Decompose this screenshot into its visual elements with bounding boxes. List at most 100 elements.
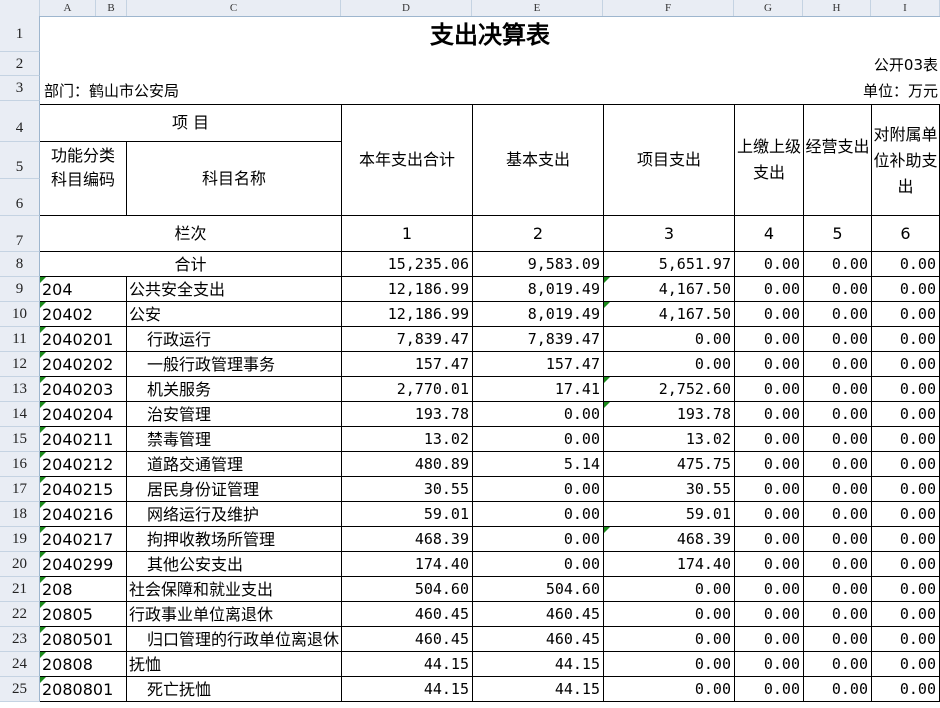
value-cell-2[interactable]: 0.00	[473, 477, 604, 502]
value-cell-2[interactable]: 9,583.09	[473, 252, 604, 277]
name-cell[interactable]: 抚恤	[127, 652, 342, 677]
value-cell-5[interactable]: 0.00	[804, 352, 872, 377]
value-cell-3[interactable]: 0.00	[604, 577, 735, 602]
value-cell-3[interactable]: 4,167.50	[604, 302, 735, 327]
row-header-12[interactable]: 12	[0, 352, 40, 377]
row-header-16[interactable]: 16	[0, 452, 40, 477]
code-cell[interactable]: 208	[40, 577, 127, 602]
value-cell-1[interactable]: 480.89	[342, 452, 473, 477]
value-cell-3[interactable]: 4,167.50	[604, 277, 735, 302]
row-header-2[interactable]: 2	[0, 52, 40, 76]
code-cell[interactable]: 2040204	[40, 402, 127, 427]
row-header-8[interactable]: 8	[0, 252, 40, 277]
value-cell-1[interactable]: 193.78	[342, 402, 473, 427]
row-header-14[interactable]: 14	[0, 402, 40, 427]
code-cell[interactable]: 2040212	[40, 452, 127, 477]
value-cell-2[interactable]: 504.60	[473, 577, 604, 602]
row-header-24[interactable]: 24	[0, 652, 40, 677]
col-number-3[interactable]: 3	[604, 216, 735, 252]
value-cell-4[interactable]: 0.00	[735, 527, 804, 552]
column-header-e[interactable]: E	[472, 0, 603, 16]
column-header-i[interactable]: I	[871, 0, 940, 16]
name-cell[interactable]: 禁毒管理	[127, 427, 342, 452]
value-cell-5[interactable]: 0.00	[804, 627, 872, 652]
row-header-17[interactable]: 17	[0, 477, 40, 502]
code-cell[interactable]: 2040215	[40, 477, 127, 502]
code-cell[interactable]: 2080801	[40, 677, 127, 702]
sheet-title[interactable]: 支出决算表	[40, 18, 940, 52]
value-cell-4[interactable]: 0.00	[735, 427, 804, 452]
value-cell-2[interactable]: 7,839.47	[473, 327, 604, 352]
value-cell-4[interactable]: 0.00	[735, 277, 804, 302]
value-cell-2[interactable]: 5.14	[473, 452, 604, 477]
value-cell-4[interactable]: 0.00	[735, 552, 804, 577]
value-cell-2[interactable]: 0.00	[473, 402, 604, 427]
value-cell-6[interactable]: 0.00	[872, 252, 940, 277]
column-header-b[interactable]: B	[96, 0, 127, 16]
value-cell-5[interactable]: 0.00	[804, 602, 872, 627]
value-cell-5[interactable]: 0.00	[804, 402, 872, 427]
code-cell[interactable]: 2040203	[40, 377, 127, 402]
value-cell-1[interactable]: 44.15	[342, 677, 473, 702]
value-cell-2[interactable]: 0.00	[473, 427, 604, 452]
value-cell-3[interactable]: 5,651.97	[604, 252, 735, 277]
code-cell[interactable]: 2040211	[40, 427, 127, 452]
row-header-1[interactable]: 1	[0, 16, 40, 52]
value-cell-4[interactable]: 0.00	[735, 677, 804, 702]
value-cell-1[interactable]: 15,235.06	[342, 252, 473, 277]
value-cell-2[interactable]: 0.00	[473, 527, 604, 552]
value-cell-4[interactable]: 0.00	[735, 377, 804, 402]
total-label[interactable]: 合计	[40, 252, 342, 277]
value-cell-6[interactable]: 0.00	[872, 277, 940, 302]
name-cell[interactable]: 网络运行及维护	[127, 502, 342, 527]
row-header-18[interactable]: 18	[0, 502, 40, 527]
value-cell-1[interactable]: 468.39	[342, 527, 473, 552]
row-header-13[interactable]: 13	[0, 377, 40, 402]
value-cell-5[interactable]: 0.00	[804, 427, 872, 452]
code-cell[interactable]: 2040202	[40, 352, 127, 377]
value-cell-5[interactable]: 0.00	[804, 677, 872, 702]
value-cell-3[interactable]: 193.78	[604, 402, 735, 427]
unit-label[interactable]: 单位：万元	[800, 80, 938, 102]
value-cell-3[interactable]: 2,752.60	[604, 377, 735, 402]
value-cell-5[interactable]: 0.00	[804, 477, 872, 502]
value-cell-6[interactable]: 0.00	[872, 427, 940, 452]
column-header-g[interactable]: G	[734, 0, 803, 16]
name-cell[interactable]: 行政运行	[127, 327, 342, 352]
value-cell-1[interactable]: 13.02	[342, 427, 473, 452]
value-cell-5[interactable]: 0.00	[804, 502, 872, 527]
row-header-19[interactable]: 19	[0, 527, 40, 552]
column-header-h[interactable]: H	[803, 0, 871, 16]
value-cell-5[interactable]: 0.00	[804, 327, 872, 352]
code-cell[interactable]: 2040217	[40, 527, 127, 552]
value-cell-5[interactable]: 0.00	[804, 302, 872, 327]
form-number[interactable]: 公开03表	[820, 54, 938, 76]
column-header-c[interactable]: C	[127, 0, 341, 16]
code-cell[interactable]: 2040216	[40, 502, 127, 527]
value-cell-6[interactable]: 0.00	[872, 452, 940, 477]
code-cell[interactable]: 2080501	[40, 627, 127, 652]
value-cell-5[interactable]: 0.00	[804, 252, 872, 277]
value-cell-6[interactable]: 0.00	[872, 377, 940, 402]
department-label[interactable]: 部门：鹤山市公安局	[44, 80, 344, 102]
row-header-21[interactable]: 21	[0, 577, 40, 602]
name-cell[interactable]: 归口管理的行政单位离退休	[127, 627, 342, 652]
code-cell[interactable]: 20402	[40, 302, 127, 327]
row-header-4[interactable]: 4	[0, 101, 40, 142]
name-cell[interactable]: 拘押收教场所管理	[127, 527, 342, 552]
value-cell-2[interactable]: 17.41	[473, 377, 604, 402]
column-header-f[interactable]: F	[603, 0, 734, 16]
col-label[interactable]: 栏次	[40, 216, 342, 252]
value-cell-6[interactable]: 0.00	[872, 602, 940, 627]
value-cell-5[interactable]: 0.00	[804, 452, 872, 477]
value-cell-4[interactable]: 0.00	[735, 602, 804, 627]
value-cell-1[interactable]: 44.15	[342, 652, 473, 677]
col-number-4[interactable]: 4	[735, 216, 804, 252]
value-cell-1[interactable]: 504.60	[342, 577, 473, 602]
value-cell-3[interactable]: 13.02	[604, 427, 735, 452]
value-cell-5[interactable]: 0.00	[804, 527, 872, 552]
header-upper[interactable]: 上缴上级支出	[735, 104, 804, 216]
value-cell-4[interactable]: 0.00	[735, 402, 804, 427]
value-cell-5[interactable]: 0.00	[804, 577, 872, 602]
name-cell[interactable]: 一般行政管理事务	[127, 352, 342, 377]
